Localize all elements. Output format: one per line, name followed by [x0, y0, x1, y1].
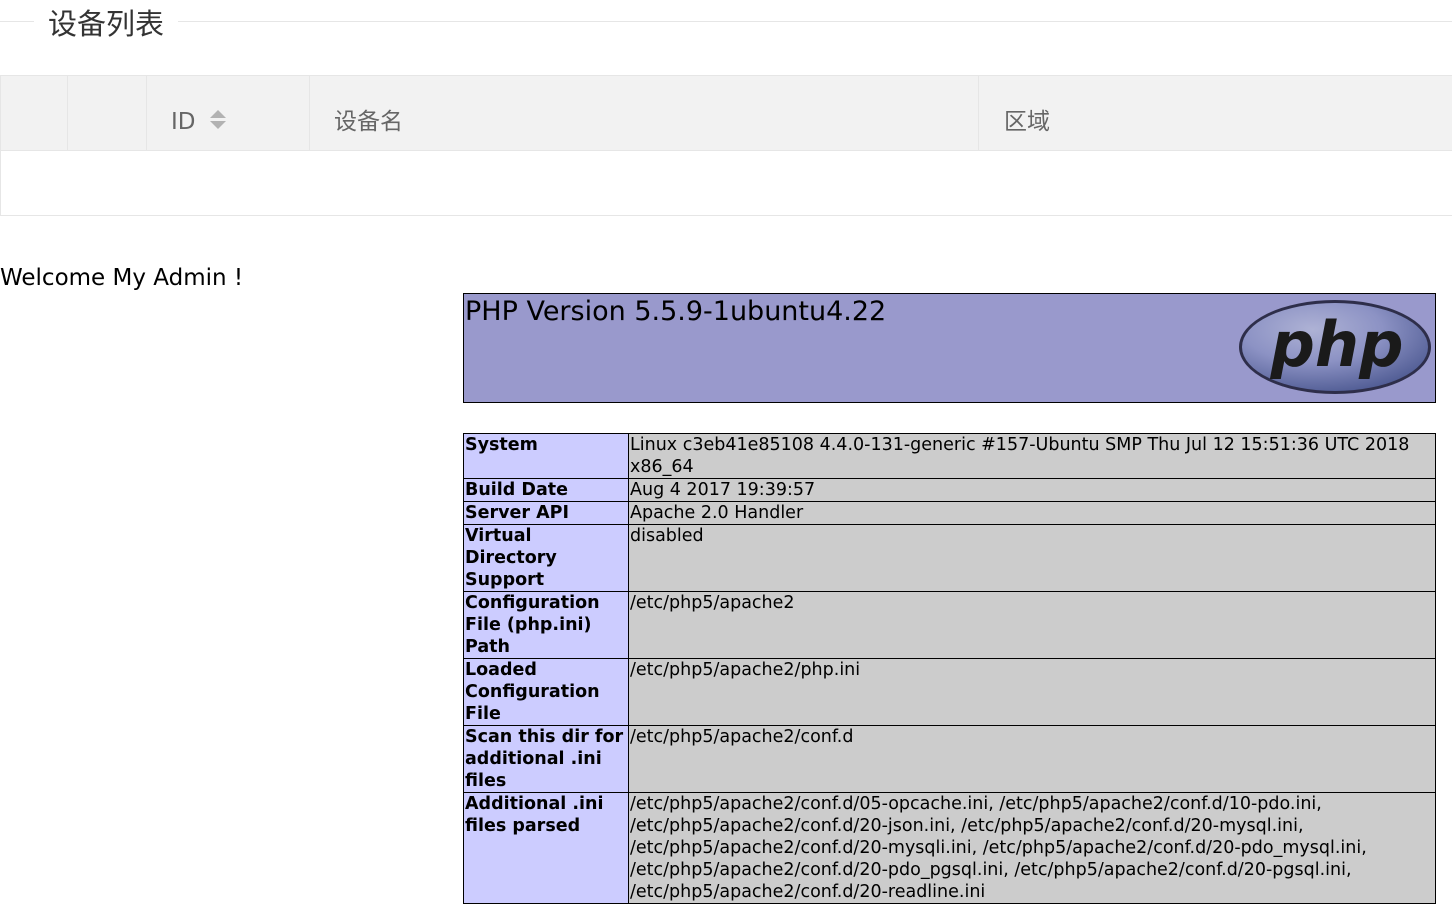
- info-value: /etc/php5/apache2: [628, 591, 1436, 659]
- info-value: Aug 4 2017 19:39:57: [628, 478, 1436, 502]
- info-key: Scan this dir for additional .ini files: [463, 725, 629, 793]
- table-row: Configuration File (php.ini) Path /etc/p…: [463, 591, 1436, 659]
- info-value: Linux c3eb41e85108 4.4.0-131-generic #15…: [628, 433, 1436, 479]
- fieldset-divider: [0, 21, 1452, 22]
- header-id-label: ID: [171, 109, 196, 135]
- php-logo[interactable]: php: [1237, 298, 1433, 396]
- php-version-title: PHP Version 5.5.9-1ubuntu4.22: [465, 296, 887, 327]
- table-row: Build Date Aug 4 2017 19:39:57: [463, 478, 1436, 502]
- table-header: ID 设备名 区域: [1, 76, 1452, 151]
- page-title: 设备列表: [34, 2, 179, 46]
- table-row: System Linux c3eb41e85108 4.4.0-131-gene…: [463, 433, 1436, 479]
- info-key: Configuration File (php.ini) Path: [463, 591, 629, 659]
- table-body-empty: [1, 151, 1452, 215]
- table-row: Scan this dir for additional .ini files …: [463, 725, 1436, 793]
- info-value: /etc/php5/apache2/conf.d/05-opcache.ini,…: [628, 792, 1436, 904]
- welcome-message: Welcome My Admin !: [0, 265, 244, 291]
- table-row: Server API Apache 2.0 Handler: [463, 501, 1436, 525]
- info-key: Virtual Directory Support: [463, 524, 629, 592]
- info-key: System: [463, 433, 629, 479]
- info-value: /etc/php5/apache2/conf.d: [628, 725, 1436, 793]
- header-device-name-column: 设备名: [310, 76, 979, 150]
- info-value: /etc/php5/apache2/php.ini: [628, 658, 1436, 726]
- device-list-fieldset: 设备列表: [0, 0, 1452, 48]
- sort-icon[interactable]: [209, 110, 226, 132]
- info-value: disabled: [628, 524, 1436, 592]
- table-row: Virtual Directory Support disabled: [463, 524, 1436, 592]
- table-row: Loaded Configuration File /etc/php5/apac…: [463, 658, 1436, 726]
- sort-desc-icon[interactable]: [209, 121, 226, 129]
- phpinfo-table: System Linux c3eb41e85108 4.4.0-131-gene…: [463, 433, 1436, 904]
- info-key: Additional .ini files parsed: [463, 792, 629, 904]
- phpinfo-header: PHP Version 5.5.9-1ubuntu4.22 php: [463, 293, 1436, 403]
- device-table: ID 设备名 区域: [0, 75, 1452, 216]
- info-value: Apache 2.0 Handler: [628, 501, 1436, 525]
- header-region-column: 区域: [1004, 109, 1050, 135]
- info-key: Build Date: [463, 478, 629, 502]
- php-logo-text: php: [1270, 308, 1404, 381]
- header-checkbox-column[interactable]: [1, 76, 68, 150]
- header-blank-column: [68, 76, 147, 150]
- header-id-column[interactable]: ID: [147, 76, 310, 150]
- info-key: Loaded Configuration File: [463, 658, 629, 726]
- sort-asc-icon[interactable]: [209, 110, 226, 118]
- table-row: Additional .ini files parsed /etc/php5/a…: [463, 792, 1436, 904]
- info-key: Server API: [463, 501, 629, 525]
